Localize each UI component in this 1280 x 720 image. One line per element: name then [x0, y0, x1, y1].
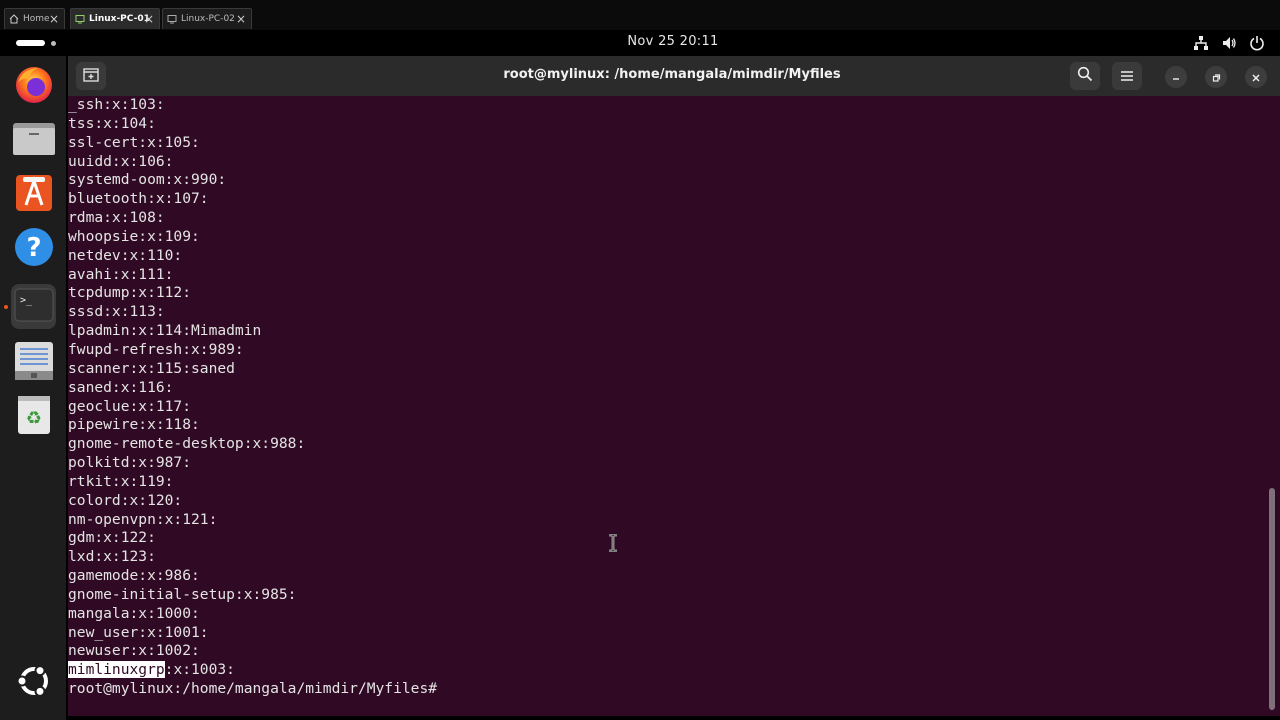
terminal-lines: _ssh:x:103: tss:x:104: ssl-cert:x:105: uuid… — [68, 96, 1268, 661]
files-icon — [12, 117, 56, 165]
svg-text:♻: ♻ — [25, 408, 41, 429]
help-icon: ? — [12, 225, 56, 273]
terminal-line: netdev:x:110: — [68, 246, 183, 264]
terminal-line: tcpdump:x:112: — [68, 284, 192, 302]
vm-tab-strip: Home × Linux-PC-01 × Linux-PC-02 × — [0, 0, 1280, 30]
terminal-line: rtkit:x:119: — [68, 472, 174, 490]
terminal-line: systemd-oom:x:990: — [68, 171, 227, 189]
ubuntu-show-apps-icon — [15, 662, 53, 704]
vm-tab-label: Linux-PC-01 — [89, 14, 150, 24]
terminal-line-rest: :x:1003: — [164, 661, 235, 679]
app-center-icon — [12, 171, 56, 219]
terminal-line: newuser:x:1002: — [68, 642, 200, 660]
terminal-line: whoopsie:x:109: — [68, 227, 200, 245]
dock-text-editor[interactable] — [11, 340, 56, 385]
text-editor-icon — [12, 339, 56, 387]
terminal-line: ssl-cert:x:105: — [68, 133, 200, 151]
top-bar: Nov 25 20:11 — [0, 30, 1280, 56]
header-bar[interactable]: root@mylinux: /home/mangala/mimdir/Myfil… — [68, 56, 1280, 96]
terminal-line: polkitd:x:987: — [68, 454, 192, 472]
volume-icon[interactable] — [1220, 34, 1238, 52]
power-icon[interactable] — [1248, 34, 1266, 52]
search-button[interactable] — [1070, 62, 1100, 90]
terminal-line: gdm:x:122: — [68, 529, 156, 547]
terminal-line: gnome-initial-setup:x:985: — [68, 585, 297, 603]
hamburger-menu-icon — [1120, 67, 1134, 86]
terminal-line: scanner:x:115:saned — [68, 359, 235, 377]
restore-button[interactable] — [1205, 66, 1227, 88]
terminal-line: _ssh:x:103: — [68, 96, 165, 113]
selected-text[interactable]: mimlinuxgrp — [68, 661, 165, 679]
search-icon — [1077, 66, 1093, 86]
terminal-line: gamemode:x:986: — [68, 567, 200, 585]
dock: ? >_ ♻ — [0, 56, 66, 720]
system-tray[interactable] — [1192, 34, 1266, 52]
running-indicator — [4, 305, 8, 309]
dock-help[interactable]: ? — [11, 226, 56, 271]
menu-button[interactable] — [1112, 62, 1142, 90]
close-icon[interactable]: × — [236, 12, 246, 26]
terminal-line-highlighted: mimlinuxgrp:x:1003: — [68, 661, 1268, 680]
close-icon[interactable]: × — [144, 12, 154, 26]
close-icon[interactable]: × — [49, 12, 59, 26]
terminal-line: sssd:x:113: — [68, 303, 165, 321]
firefox-icon — [12, 63, 56, 111]
minimize-button[interactable] — [1165, 66, 1187, 88]
trash-icon: ♻ — [14, 394, 54, 440]
home-icon — [9, 14, 19, 24]
svg-text:>_: >_ — [20, 295, 33, 306]
dock-app-center[interactable] — [11, 172, 56, 217]
terminal-line: lxd:x:123: — [68, 548, 156, 566]
dock-files[interactable] — [11, 118, 56, 163]
vm-tab-linux-pc-02[interactable]: Linux-PC-02 × — [162, 8, 252, 29]
vm-icon — [75, 14, 85, 24]
dock-terminal[interactable]: >_ — [11, 284, 56, 329]
terminal-line: lpadmin:x:114:Mimadmin — [68, 322, 262, 340]
restore-icon — [1211, 68, 1221, 87]
dock-trash[interactable]: ♻ — [11, 394, 56, 439]
terminal-line: rdma:x:108: — [68, 209, 165, 227]
terminal-line: nm-openvpn:x:121: — [68, 510, 218, 528]
dock-show-apps[interactable] — [11, 660, 56, 705]
vm-tab-label: Linux-PC-02 — [181, 14, 235, 24]
terminal-line: mangala:x:1000: — [68, 604, 200, 622]
terminal-output[interactable]: _ssh:x:103: tss:x:104: ssl-cert:x:105: uuid… — [68, 96, 1268, 716]
terminal-scrollbar[interactable] — [1269, 488, 1275, 710]
vm-icon — [167, 14, 177, 24]
terminal-line: bluetooth:x:107: — [68, 190, 209, 208]
terminal-line: tss:x:104: — [68, 114, 156, 132]
terminal-line: uuidd:x:106: — [68, 152, 174, 170]
svg-text:?: ? — [26, 233, 41, 263]
close-button[interactable] — [1245, 66, 1267, 88]
vm-tab-home[interactable]: Home × — [4, 8, 65, 29]
terminal-line: new_user:x:1001: — [68, 623, 209, 641]
terminal-line: colord:x:120: — [68, 491, 183, 509]
terminal-line: avahi:x:111: — [68, 265, 174, 283]
clock[interactable]: Nov 25 20:11 — [0, 34, 1280, 49]
terminal-line: geoclue:x:117: — [68, 397, 192, 415]
terminal-line: fwupd-refresh:x:989: — [68, 340, 244, 358]
close-icon — [1251, 68, 1261, 87]
vm-tab-linux-pc-01[interactable]: Linux-PC-01 × — [70, 8, 160, 29]
minimize-icon — [1171, 68, 1181, 87]
terminal-line: pipewire:x:118: — [68, 416, 200, 434]
text-cursor-icon — [608, 533, 618, 553]
shell-prompt[interactable]: root@mylinux:/home/mangala/mimdir/Myfile… — [68, 680, 1268, 699]
dock-firefox[interactable] — [11, 64, 56, 109]
terminal-line: saned:x:116: — [68, 378, 174, 396]
network-icon[interactable] — [1192, 34, 1210, 52]
vm-tab-label: Home — [23, 14, 50, 24]
terminal-icon: >_ — [14, 287, 54, 327]
terminal-window[interactable]: root@mylinux: /home/mangala/mimdir/Myfil… — [68, 56, 1280, 716]
terminal-line: gnome-remote-desktop:x:988: — [68, 435, 306, 453]
